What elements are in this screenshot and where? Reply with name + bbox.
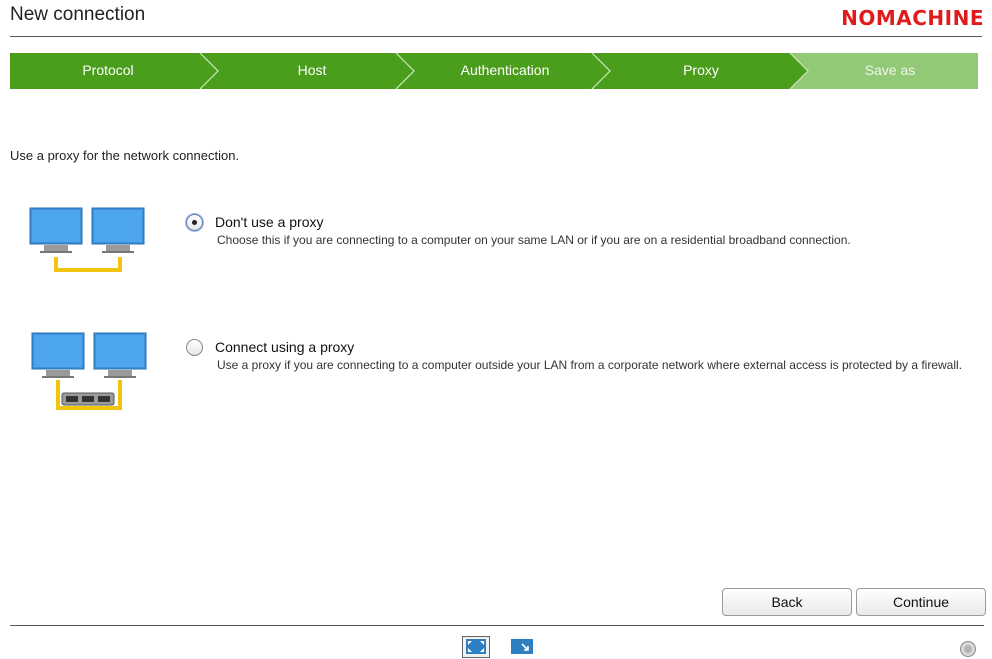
continue-button[interactable]: Continue — [856, 588, 986, 616]
use-proxy-description: Use a proxy if you are connecting to a c… — [217, 358, 963, 372]
no-proxy-description: Choose this if you are connecting to a c… — [217, 233, 851, 247]
no-proxy-title[interactable]: Don't use a proxy — [215, 214, 324, 230]
no-proxy-radio[interactable] — [186, 214, 203, 231]
use-proxy-radio[interactable] — [186, 339, 203, 356]
window-view-icon[interactable] — [509, 636, 535, 658]
brand-logo: NOMACHINE — [841, 6, 984, 30]
header-divider — [10, 36, 982, 37]
wizard-steps: Protocol Host Authentication Proxy Save … — [10, 53, 978, 89]
use-proxy-title[interactable]: Connect using a proxy — [215, 339, 354, 355]
intro-text: Use a proxy for the network connection. — [10, 148, 240, 163]
step-protocol: Protocol — [82, 62, 134, 78]
footer-divider — [10, 625, 984, 626]
step-host: Host — [297, 62, 327, 78]
proxy-firewall-icon — [31, 332, 147, 410]
step-authentication: Authentication — [460, 62, 550, 78]
page-title: New connection — [10, 4, 146, 25]
info-icon[interactable] — [959, 640, 977, 658]
step-proxy: Proxy — [683, 62, 719, 78]
fullscreen-view-icon[interactable] — [462, 636, 490, 658]
step-save-as: Save as — [864, 62, 916, 78]
back-button[interactable]: Back — [722, 588, 852, 616]
direct-lan-icon — [29, 207, 145, 272]
